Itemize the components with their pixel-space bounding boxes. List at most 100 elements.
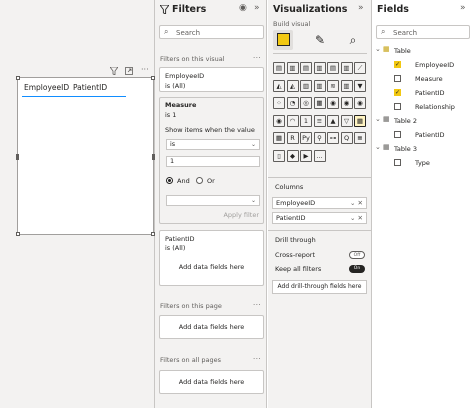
add-data-fields-page[interactable]: Add data fields here — [159, 315, 264, 339]
donut-icon[interactable]: ◎ — [300, 97, 312, 109]
eye-icon[interactable]: ◉ — [239, 3, 247, 13]
column-well-employeeid[interactable]: EmployeeID ⌄ ✕ — [272, 197, 367, 209]
filters-search-input[interactable]: Search — [176, 29, 200, 37]
keep-filters-toggle[interactable]: On — [349, 265, 365, 273]
resize-handle-top-left[interactable] — [16, 76, 20, 80]
paginated-icon[interactable]: ▯ — [273, 149, 285, 162]
line-chart-icon[interactable]: ⟋ — [354, 62, 366, 74]
power-automate-icon[interactable]: ▶ — [300, 149, 312, 162]
key-influencers-icon[interactable]: ⚲ — [313, 132, 326, 144]
python-visual-icon[interactable]: Py — [300, 132, 312, 144]
field-name[interactable]: EmployeeID — [415, 60, 454, 70]
matrix-icon[interactable]: ▦ — [273, 132, 285, 144]
waterfall-icon[interactable]: ▥ — [340, 79, 353, 92]
report-canvas[interactable]: ··· EmployeeID PatientID — [0, 0, 155, 408]
table-visual[interactable]: EmployeeID PatientID — [16, 76, 155, 236]
clustered-column-icon[interactable]: ▥ — [313, 62, 326, 74]
field-name[interactable]: PatientID — [415, 88, 445, 98]
filled-map-icon[interactable]: ◉ — [340, 97, 353, 109]
build-visual-tab[interactable] — [273, 30, 293, 50]
column-header-patientid[interactable]: PatientID — [73, 83, 107, 92]
resize-handle-left[interactable] — [16, 154, 19, 160]
second-operator-dropdown[interactable]: ⌄ — [166, 195, 260, 206]
filter-card-employeeid[interactable]: EmployeeID is (All) — [159, 67, 264, 92]
analytics-tab[interactable]: ⌕ — [343, 30, 363, 50]
field-checkbox[interactable] — [394, 131, 401, 138]
more-options-icon[interactable]: ··· — [253, 301, 261, 309]
field-name[interactable]: Type — [415, 158, 430, 168]
cross-report-toggle[interactable]: Off — [349, 251, 365, 259]
filter-icon[interactable] — [109, 66, 119, 77]
field-checkbox[interactable] — [394, 75, 401, 82]
format-visual-tab[interactable]: ✎ — [310, 30, 330, 50]
apply-filter-button[interactable]: Apply filter — [223, 211, 259, 219]
stacked-bar-icon[interactable]: ▤ — [273, 62, 285, 74]
field-checkbox[interactable] — [394, 159, 401, 166]
filters-search-box[interactable]: ⌕ Search — [159, 25, 264, 39]
field-name[interactable]: PatientID — [415, 130, 445, 140]
operand-input[interactable]: 1 — [166, 156, 260, 167]
more-options-icon[interactable]: ··· — [141, 65, 149, 74]
narrative-icon[interactable]: ≣ — [354, 132, 366, 144]
card-icon[interactable]: 1 — [300, 114, 312, 127]
chevron-down-icon[interactable]: ⌄ — [375, 45, 381, 53]
filter-card-measure[interactable]: Measure is 1 Show items when the value i… — [159, 97, 264, 224]
field-checkbox[interactable]: ✓ — [394, 61, 401, 68]
operator-dropdown[interactable]: is ⌄ — [166, 139, 260, 150]
collapse-pane-icon[interactable]: » — [460, 3, 466, 13]
azure-map-icon[interactable]: ◉ — [273, 114, 285, 127]
decomposition-tree-icon[interactable]: ⊶ — [327, 132, 339, 144]
treemap-icon[interactable]: ▦ — [313, 97, 326, 109]
map-icon[interactable]: ◉ — [327, 97, 339, 109]
r-visual-icon[interactable]: R — [286, 132, 299, 144]
fields-search-input[interactable]: Search — [393, 29, 417, 37]
remove-field-icon[interactable]: ⌄ ✕ — [350, 198, 363, 208]
add-drill-through-drop[interactable]: Add drill-through fields here — [272, 280, 367, 294]
more-visuals-icon[interactable]: … — [313, 149, 326, 162]
stacked-column-icon[interactable]: ▥ — [286, 62, 299, 74]
clustered-bar-icon[interactable]: ▤ — [300, 62, 312, 74]
qa-icon[interactable]: Q — [340, 132, 353, 144]
gauge-icon[interactable]: ◠ — [286, 114, 299, 127]
focus-mode-icon[interactable] — [125, 67, 133, 77]
power-apps-icon[interactable]: ◆ — [286, 149, 299, 162]
more-options-icon[interactable]: ··· — [253, 355, 261, 363]
100-column-icon[interactable]: ▥ — [340, 62, 353, 74]
collapse-pane-icon[interactable]: » — [358, 3, 364, 13]
field-checkbox[interactable] — [394, 103, 401, 110]
field-name[interactable]: Relationship — [415, 102, 455, 112]
scatter-icon[interactable]: ⁘ — [273, 97, 285, 109]
funnel-icon[interactable]: ▼ — [354, 79, 366, 92]
kpi-icon[interactable]: ▲ — [327, 114, 339, 127]
shape-map-icon[interactable]: ◉ — [354, 97, 366, 109]
chevron-down-icon[interactable]: ⌄ — [375, 143, 381, 151]
ribbon-icon[interactable]: ≋ — [327, 79, 339, 92]
slicer-icon[interactable]: ▽ — [340, 114, 353, 127]
multirow-card-icon[interactable]: ≡ — [313, 114, 326, 127]
table-name[interactable]: Table 2 — [394, 116, 417, 126]
filter-card-patientid[interactable]: PatientID is (All) Add data fields here — [159, 230, 264, 286]
or-radio[interactable] — [196, 177, 203, 184]
column-well-patientid[interactable]: PatientID ⌄ ✕ — [272, 212, 367, 224]
collapse-pane-icon[interactable]: » — [254, 3, 260, 13]
table-name[interactable]: Table 3 — [394, 144, 417, 154]
stacked-area-icon[interactable]: ◭ — [286, 79, 299, 92]
100-bar-icon[interactable]: ▤ — [327, 62, 339, 74]
field-name[interactable]: Measure — [415, 74, 443, 84]
pie-icon[interactable]: ◔ — [286, 97, 299, 109]
table-icon[interactable]: ▦ — [354, 114, 366, 127]
area-chart-icon[interactable]: ◭ — [273, 79, 285, 92]
table-name[interactable]: Table — [394, 46, 411, 56]
add-data-fields-all[interactable]: Add data fields here — [159, 370, 264, 394]
chevron-down-icon[interactable]: ⌄ — [375, 115, 381, 123]
add-data-fields-drop[interactable]: Add data fields here — [160, 263, 263, 271]
fields-search-box[interactable]: ⌕ Search — [376, 25, 470, 39]
more-options-icon[interactable]: ··· — [253, 54, 261, 62]
field-checkbox[interactable]: ✓ — [394, 89, 401, 96]
and-radio[interactable] — [166, 177, 173, 184]
line-clustered-icon[interactable]: ▥ — [313, 79, 326, 92]
column-header-employeeid[interactable]: EmployeeID — [24, 83, 69, 92]
remove-field-icon[interactable]: ⌄ ✕ — [350, 213, 363, 223]
resize-handle-bottom-left[interactable] — [16, 232, 20, 236]
line-column-icon[interactable]: ▥ — [300, 79, 312, 92]
